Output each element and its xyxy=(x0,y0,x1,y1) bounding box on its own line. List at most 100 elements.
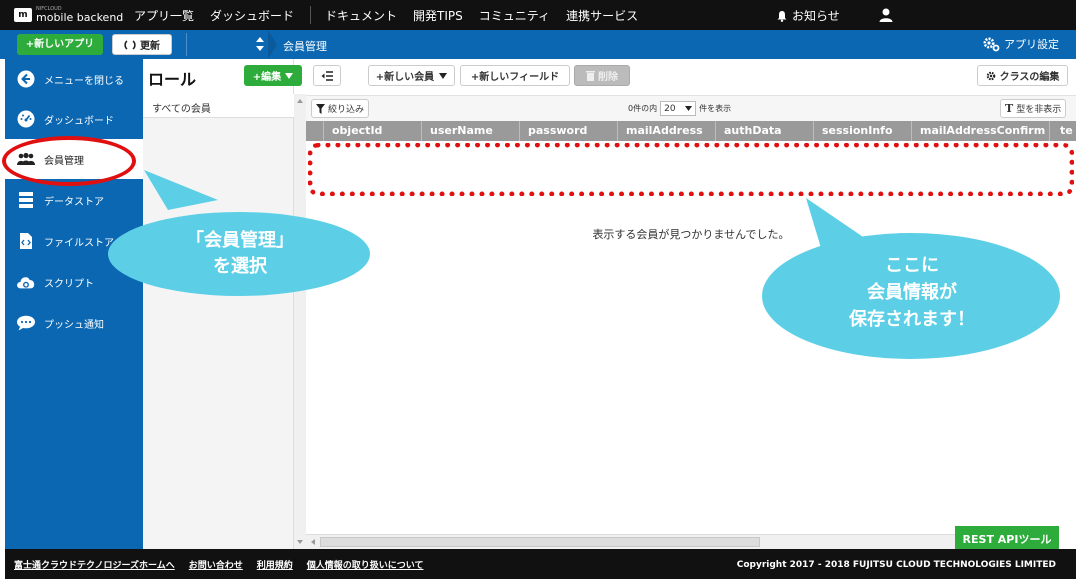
refresh-label: 更新 xyxy=(140,41,160,52)
right-callout-line-3: 保存されます！ xyxy=(849,309,975,330)
footer-link-contact[interactable]: お問い合わせ xyxy=(189,558,243,571)
filter-icon xyxy=(316,103,325,114)
table-subbar: 絞り込み 0件の内 20 件を表示 T 型を非表示 xyxy=(306,95,1076,121)
notice-link[interactable]: お知らせ xyxy=(776,7,840,24)
left-callout-line-2: を選択 xyxy=(213,256,267,277)
refresh-icon xyxy=(124,39,136,50)
nav-link-integrations[interactable]: 連携サービス xyxy=(566,7,638,24)
roles-header: ロール +編集 xyxy=(143,59,302,94)
chat-bubble-icon xyxy=(16,313,36,333)
column-header-username[interactable]: userName xyxy=(422,121,520,141)
sidebar: メニューを閉じる ダッシュボード 会員管理 データストア ファイルストア スクリ… xyxy=(5,59,143,549)
nav-link-app-list[interactable]: アプリ一覧 xyxy=(134,7,194,24)
breadcrumb: 会員管理 xyxy=(283,40,327,53)
scroll-thumb[interactable] xyxy=(320,537,760,547)
right-callout-line-1: ここに xyxy=(885,255,939,276)
type-icon: T xyxy=(1005,102,1014,115)
edit-class-label: クラスの編集 xyxy=(999,72,1060,83)
sidebar-item-close-menu[interactable]: メニューを閉じる xyxy=(5,59,143,99)
nav-link-dev-tips[interactable]: 開発TIPS xyxy=(413,7,463,24)
table-horizontal-scrollbar[interactable] xyxy=(306,534,956,549)
column-header-mailaddressconfirm[interactable]: mailAddressConfirm xyxy=(912,121,1050,141)
new-field-button[interactable]: +新しいフィールド xyxy=(460,65,570,86)
page-size-select[interactable]: 20 xyxy=(660,101,697,116)
column-header-password[interactable]: password xyxy=(520,121,618,141)
toggle-list-button[interactable] xyxy=(313,65,341,86)
filter-button[interactable]: 絞り込み xyxy=(311,99,370,118)
caret-down-icon xyxy=(685,106,693,111)
gear-icon xyxy=(986,71,995,80)
table-header: objectId userName password mailAddress a… xyxy=(306,121,1076,141)
column-header-te[interactable]: te xyxy=(1050,121,1076,141)
sidebar-item-label: データストア xyxy=(44,196,104,208)
nav-link-community[interactable]: コミュニティ xyxy=(479,7,550,24)
hide-types-button[interactable]: T 型を非表示 xyxy=(1000,99,1067,118)
rest-api-tool-button[interactable]: REST APIツール xyxy=(955,526,1059,551)
user-icon[interactable] xyxy=(878,7,894,23)
page-size-value: 20 xyxy=(664,103,676,114)
footer-link-terms[interactable]: 利用規約 xyxy=(257,558,293,571)
pager: 0件の内 20 件を表示 xyxy=(628,101,731,116)
gear-icon xyxy=(983,37,1000,52)
gauge-icon xyxy=(16,109,36,129)
collapse-list-icon xyxy=(321,70,333,81)
logo[interactable]: m NIFCLOUD mobile backend xyxy=(14,7,134,23)
footer-link-privacy[interactable]: 個人情報の取り扱いについて xyxy=(307,558,424,571)
trash-icon xyxy=(586,71,595,81)
delete-button[interactable]: 削除 xyxy=(574,65,630,86)
sidebar-item-label: スクリプト xyxy=(44,278,94,290)
pager-prefix: 0件の内 xyxy=(628,104,658,113)
left-callout-text: 「会員管理」 を選択 xyxy=(155,228,325,280)
edit-class-button[interactable]: クラスの編集 xyxy=(977,65,1068,86)
notice-label: お知らせ xyxy=(792,9,840,23)
arrow-left-icon xyxy=(16,69,36,89)
file-code-icon xyxy=(16,231,36,251)
scroll-left-icon[interactable] xyxy=(308,535,318,549)
sidebar-item-label: ファイルストア xyxy=(44,237,114,249)
scroll-down-icon[interactable] xyxy=(294,537,306,547)
footer-link-home[interactable]: 富士通クラウドテクノロジーズホームへ xyxy=(14,558,175,571)
footer: 富士通クラウドテクノロジーズホームへ お問い合わせ 利用規約 個人情報の取り扱い… xyxy=(5,549,1076,579)
nav-divider xyxy=(310,6,312,24)
refresh-button[interactable]: 更新 xyxy=(112,34,172,55)
new-app-button[interactable]: +新しいアプリ xyxy=(17,34,103,55)
caret-down-icon xyxy=(285,72,294,79)
sidebar-item-label: メニューを閉じる xyxy=(44,75,124,87)
sidebar-item-label: ダッシュボード xyxy=(44,115,114,127)
roles-scrollbar[interactable] xyxy=(294,94,306,549)
edit-roles-button[interactable]: +編集 xyxy=(244,65,302,86)
column-header-mailaddress[interactable]: mailAddress xyxy=(618,121,716,141)
roles-title: ロール xyxy=(148,70,197,89)
column-header-sessioninfo[interactable]: sessionInfo xyxy=(814,121,912,141)
edit-roles-label: +編集 xyxy=(252,72,282,83)
scroll-up-icon[interactable] xyxy=(294,96,306,106)
nav-link-documents[interactable]: ドキュメント xyxy=(325,7,397,24)
left-callout-line-1: 「会員管理」 xyxy=(186,230,294,251)
caret-down-icon xyxy=(439,72,448,79)
logo-mark-icon: m xyxy=(14,8,32,22)
bell-icon xyxy=(777,10,787,22)
top-navigation: m NIFCLOUD mobile backend アプリ一覧 ダッシュボード … xyxy=(0,0,1076,30)
column-header-objectid[interactable]: objectId xyxy=(324,121,422,141)
right-callout-text: ここに 会員情報が 保存されます！ xyxy=(812,252,1012,333)
copyright-text: Copyright 2017 - 2018 FUJITSU CLOUD TECH… xyxy=(736,560,1056,570)
new-member-label: +新しい会員 xyxy=(375,72,435,83)
app-toolbar: +新しいアプリ 更新 会員管理 アプリ設定 xyxy=(0,30,1076,59)
new-member-button[interactable]: +新しい会員 xyxy=(368,65,455,86)
app-settings-link[interactable]: アプリ設定 xyxy=(982,36,1059,52)
sort-arrows-icon[interactable] xyxy=(252,36,268,52)
right-callout-line-2: 会員情報が xyxy=(867,282,957,303)
role-item-all-members[interactable]: すべての会員 xyxy=(143,94,294,118)
delete-label: 削除 xyxy=(598,72,618,83)
hide-types-label: 型を非表示 xyxy=(1016,105,1062,115)
nav-link-dashboard[interactable]: ダッシュボード xyxy=(210,7,294,24)
breadcrumb-chevron-icon xyxy=(268,30,277,59)
app-settings-label: アプリ設定 xyxy=(1004,38,1059,51)
sidebar-item-dashboard[interactable]: ダッシュボード xyxy=(5,99,143,139)
table-header-spacer xyxy=(306,121,324,141)
sidebar-item-push[interactable]: プッシュ通知 xyxy=(5,303,143,343)
cloud-gear-icon xyxy=(16,272,36,292)
appbar-divider xyxy=(186,33,187,56)
column-header-authdata[interactable]: authData xyxy=(716,121,814,141)
database-icon xyxy=(16,190,36,210)
